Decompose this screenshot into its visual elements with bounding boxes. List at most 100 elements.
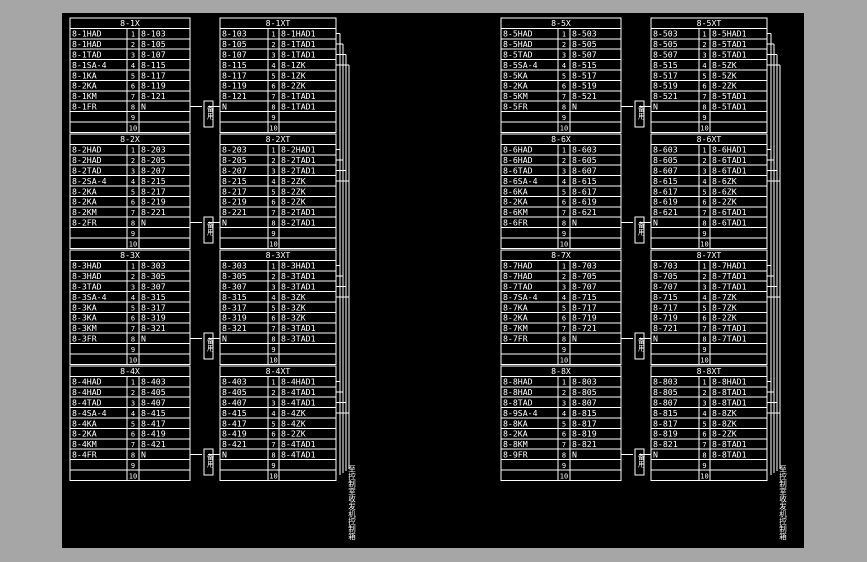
terminal-number: 9 [702, 462, 706, 470]
device-label: 8-4SA-4 [72, 408, 107, 418]
device-label: 8-3FR [72, 334, 97, 344]
x-terminal-title: 8-8X [551, 366, 571, 376]
wire-number: 8-315 [141, 292, 166, 302]
wire-number: 8-317 [141, 302, 166, 312]
terminal-number: 7 [702, 209, 706, 217]
terminal-number: 6 [562, 83, 566, 91]
terminal-number: 1 [562, 379, 566, 387]
wire-number: 8-507 [653, 50, 678, 60]
target-terminal: 8-3TAD1 [281, 282, 316, 292]
target-terminal: 8-6TAD1 [712, 155, 747, 165]
device-label: 8-3KA [72, 313, 97, 323]
terminal-number: 5 [562, 72, 566, 80]
wire-number: 8-505 [572, 39, 597, 49]
wire-number: 8-821 [653, 439, 678, 449]
terminal-number: 5 [702, 72, 706, 80]
wire-number: 8-321 [141, 323, 166, 333]
terminal-number: 4 [562, 294, 566, 302]
device-label: 8-2HAD [72, 145, 102, 155]
target-terminal: 8-8TAD1 [712, 439, 747, 449]
wire-number: 8-717 [572, 302, 597, 312]
wire-number: 8-721 [572, 323, 597, 333]
wire-number: 8-517 [572, 70, 597, 80]
target-terminal: 8-5TAD1 [712, 102, 747, 112]
terminal-number: 1 [702, 31, 706, 39]
wire-number: N [572, 102, 577, 112]
target-terminal: 8-2TAD1 [281, 207, 316, 217]
device-label: 8-1SA-4 [72, 60, 107, 70]
terminal-wiring-diagram: 8-1X 8-1XT8-1HAD 1 8-103 8-103 1 8-1HAD18-1HAD… [69, 17, 788, 541]
terminal-number: 9 [131, 114, 135, 122]
terminal-number: 3 [271, 52, 275, 60]
device-label: 8-7TAD [503, 282, 533, 292]
target-terminal: 8-6TAD1 [712, 166, 747, 176]
device-label: 8-7KM [503, 323, 528, 333]
terminal-number: 4 [702, 294, 706, 302]
device-label: 8-2KA [503, 429, 528, 439]
x-terminal-title: 8-3X [120, 250, 140, 260]
terminal-number: 5 [271, 188, 275, 196]
wire-number: 8-203 [141, 145, 166, 155]
target-terminal: 8-5TAD1 [712, 50, 747, 60]
wire-number: 8-117 [141, 70, 166, 80]
terminal-number: 4 [702, 410, 706, 418]
device-label: 8-8TAD [503, 398, 533, 408]
terminal-number: 5 [702, 188, 706, 196]
terminal-number: 7 [702, 325, 706, 333]
terminal-number: 2 [271, 41, 275, 49]
wire-number: 8-807 [572, 398, 597, 408]
terminal-number: 3 [562, 400, 566, 408]
wire-number: N [572, 218, 577, 228]
terminal-number: 1 [131, 263, 135, 271]
device-label: 8-4FR [72, 450, 97, 460]
wire-number: 8-303 [141, 261, 166, 271]
wire-number: 8-721 [653, 323, 678, 333]
terminal-number: 10 [129, 472, 137, 480]
device-label: 8-4HAD [72, 387, 102, 397]
terminal-number: 7 [271, 209, 275, 217]
x-terminal-title: 8-7X [551, 250, 571, 260]
terminal-number: 1 [271, 147, 275, 155]
target-terminal: 8-3TAD1 [281, 323, 316, 333]
wire-number: 8-305 [141, 271, 166, 281]
wire-number: 8-421 [141, 439, 166, 449]
wire-number: 8-221 [141, 207, 166, 217]
drawing-canvas: 8-1X 8-1XT 8-1HAD 1 8-103 8-103 1 8-1HAD1 8-1HAD… [62, 13, 804, 548]
terminal-number: 3 [702, 52, 706, 60]
wire-number: 8-719 [572, 313, 597, 323]
device-label: 8-2KA [72, 429, 97, 439]
wire-number: 8-619 [653, 197, 678, 207]
target-terminal: 8-7HAD1 [712, 261, 747, 271]
terminal-number: 1 [131, 147, 135, 155]
device-label: 8-8HAD [503, 387, 533, 397]
wire-number: 8-617 [653, 186, 678, 196]
terminal-number: 6 [702, 315, 706, 323]
target-terminal: 8-8TAD1 [712, 450, 747, 460]
terminal-number: 6 [131, 315, 135, 323]
terminal-number: 2 [702, 389, 706, 397]
terminal-number: 4 [131, 294, 135, 302]
device-label: 8-2KM [72, 207, 97, 217]
terminal-number: 10 [129, 124, 137, 132]
target-terminal: 8-5TAD1 [712, 91, 747, 101]
terminal-number: 5 [271, 72, 275, 80]
device-label: 8-1KM [72, 91, 97, 101]
wire-number: 8-321 [222, 323, 247, 333]
terminal-number: 9 [562, 114, 566, 122]
terminal-number: 7 [562, 93, 566, 101]
terminal-number: 4 [131, 178, 135, 186]
terminal-number: 10 [700, 240, 708, 248]
target-terminal: 8-5ZK [712, 70, 737, 80]
terminal-number: 10 [269, 240, 277, 248]
terminal-number: 6 [271, 431, 275, 439]
wire-number: 8-615 [572, 176, 597, 186]
device-label: 8-6HAD [503, 155, 533, 165]
terminal-number: 8 [562, 336, 566, 344]
terminal-number: 3 [702, 284, 706, 292]
xt-terminal-title: 8-5XT [697, 18, 722, 28]
wire-number: 8-119 [141, 81, 166, 91]
wire-number: 8-815 [653, 408, 678, 418]
wire-number: 8-305 [222, 271, 247, 281]
xt-terminal-title: 8-2XT [266, 134, 291, 144]
wire-number: 8-703 [572, 261, 597, 271]
